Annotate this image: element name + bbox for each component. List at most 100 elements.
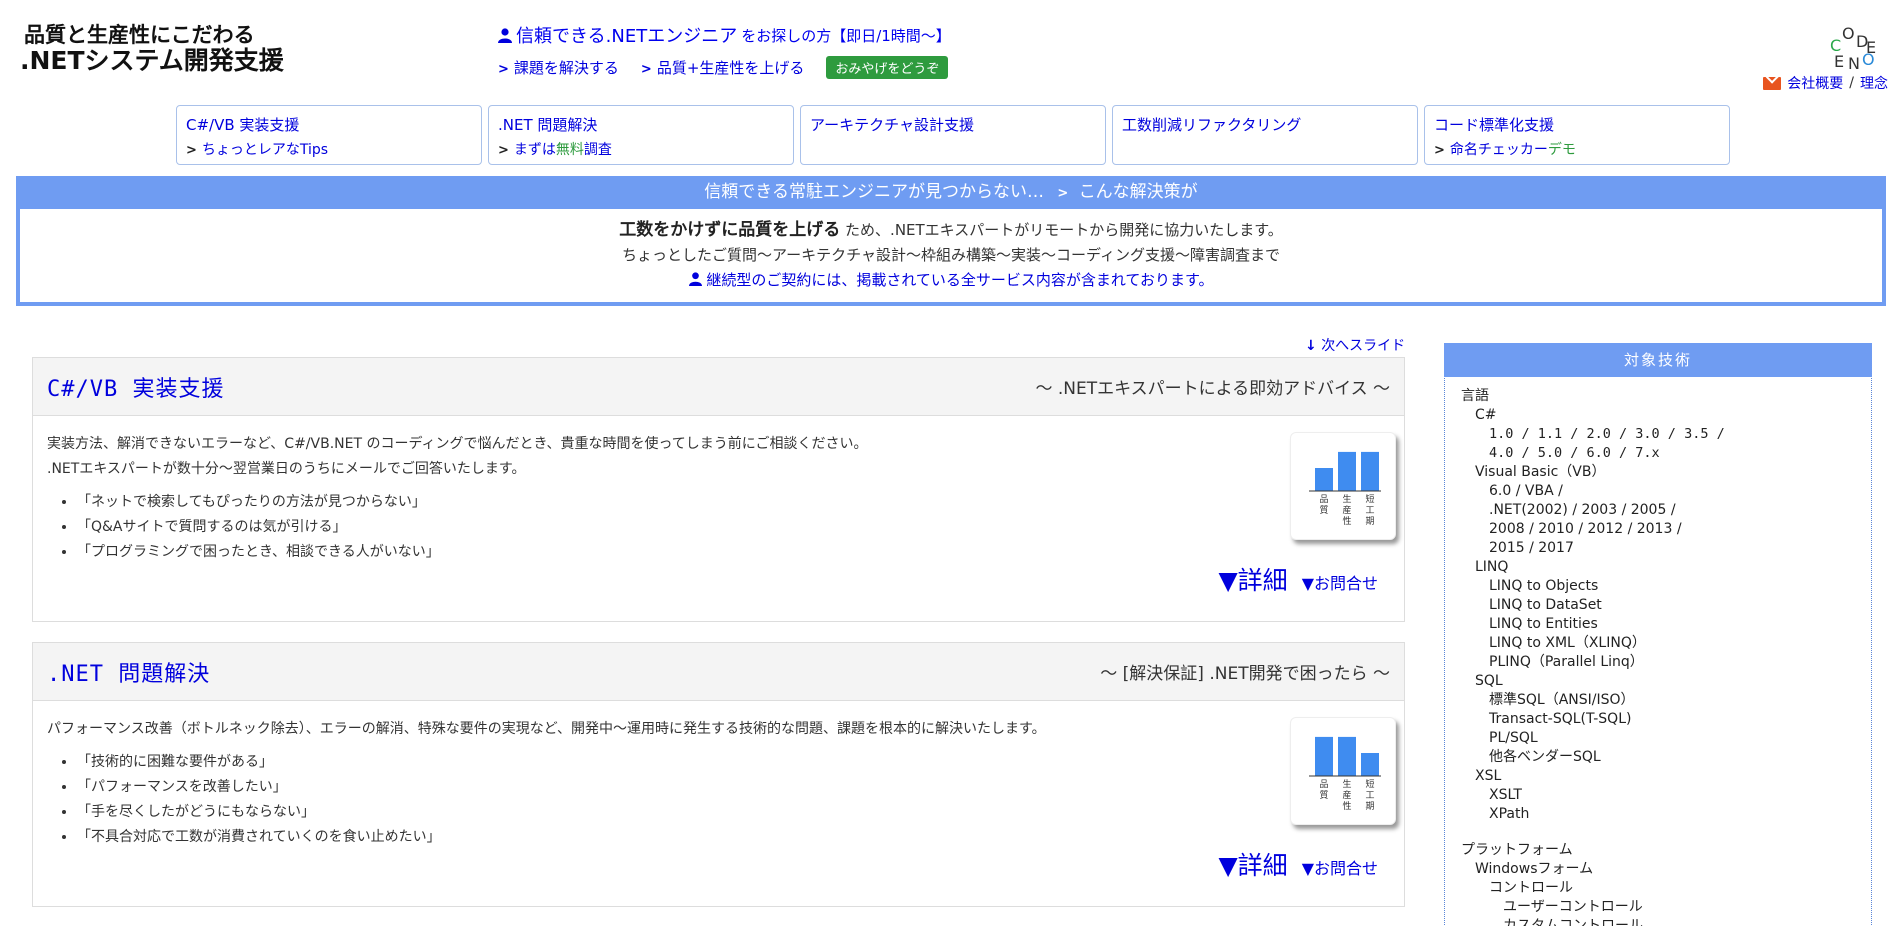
tech-item: 2015 / 2017	[1489, 540, 1574, 556]
nav-sub-label: ちょっとレアなTips	[201, 142, 329, 158]
nav-title: コード標準化支援	[1434, 116, 1555, 134]
meter-bar	[1315, 468, 1333, 491]
nav-sub-green: 無料	[555, 142, 584, 158]
meter-svg: 品質 生産性 短工期	[1309, 451, 1381, 527]
meter-label: 質	[1319, 789, 1328, 801]
promo-solve-label: 課題を解決する	[513, 59, 619, 77]
nav-sub-free-survey[interactable]: > まずは無料調査	[498, 139, 784, 159]
card-desc2: .NETエキスパートが数十分〜翌営業日のうちにメールでご回答いたします。	[47, 461, 526, 477]
tech-item: LINQ	[1475, 559, 1509, 575]
list-item: 「手を尽くしたがどうにもならない」	[77, 800, 1390, 825]
list-item: 「プログラミングで困ったとき、相談できる人がいない」	[77, 540, 1390, 565]
promo-engineer-link[interactable]: 信頼できる.NETエンジニア	[516, 22, 737, 48]
banner-line1: ため、.NETエキスパートがリモートから開発に協力いたします。	[845, 221, 1283, 239]
nav-sub-naming-demo[interactable]: > 命名チェッカーデモ	[1434, 139, 1720, 159]
service-card-implementation: C#/VB 実装支援 〜 .NETエキスパートによる即効アドバイス 〜 実装方法…	[32, 357, 1405, 622]
detail-link[interactable]: ▼詳細	[1218, 853, 1287, 878]
banner-line3-link[interactable]: 継続型のご契約には、掲載されている全サービス内容が含まれております。	[20, 268, 1882, 293]
tech-item: Visual Basic（VB）	[1475, 464, 1606, 480]
card-title: .NET 問題解決	[47, 661, 211, 687]
meter-bar	[1315, 736, 1333, 776]
inquiry-link[interactable]: ▼お問合せ	[1302, 856, 1378, 881]
banner-line3: 継続型のご契約には、掲載されている全サービス内容が含まれております。	[706, 271, 1214, 289]
meter-label: 短	[1365, 778, 1374, 790]
tech-item: 言語	[1461, 388, 1489, 404]
meter-label: 産	[1342, 789, 1351, 801]
tech-item: ユーザーコントロール	[1503, 899, 1643, 915]
meter-bar	[1361, 753, 1379, 776]
nav-refactoring[interactable]: 工数削減リファクタリング	[1112, 105, 1418, 165]
banner-strong: 工数をかけずに品質を上げる	[619, 220, 841, 240]
promo-solve-link[interactable]: > 課題を解決する	[498, 57, 619, 78]
meter-label: 品	[1319, 494, 1328, 505]
banner-head-text: 信頼できる常駐エンジニアが見つからない…	[704, 182, 1044, 202]
next-slide-link[interactable]: ↓ 次へスライド	[1305, 335, 1405, 355]
nav-implementation[interactable]: C#/VB 実装支援 > ちょっとレアなTips	[176, 105, 482, 165]
meter-label: 性	[1342, 800, 1351, 812]
list-item: 「不具合対応で工数が消費されていくのを食い止めたい」	[77, 825, 1390, 850]
nav-problem-solving[interactable]: .NET 問題解決 > まずは無料調査	[488, 105, 794, 165]
meter-svg: 品質 生産性 短工期	[1309, 736, 1381, 812]
inquiry-link[interactable]: ▼お問合せ	[1302, 571, 1378, 596]
card-desc1: 実装方法、解消できないエラーなど、C#/VB.NET のコーディングで悩んだとき…	[47, 436, 868, 452]
promo-quality-label: 品質+生産性を上げる	[656, 59, 805, 77]
philosophy-link[interactable]: 理念	[1860, 73, 1888, 93]
tech-item: C#	[1475, 407, 1497, 423]
tech-item: XSLT	[1489, 787, 1522, 803]
service-nav: C#/VB 実装支援 > ちょっとレアなTips .NET 問題解決 > まずは無料…	[176, 105, 1730, 165]
site-title[interactable]: 品質と生産性にこだわる .NETシステム開発支援	[20, 22, 284, 74]
nav-title: アーキテクチャ設計支援	[810, 116, 974, 134]
tech-item: プラットフォーム	[1461, 842, 1573, 858]
nav-title: 工数削減リファクタリング	[1122, 116, 1302, 134]
meter-label: 短	[1365, 493, 1374, 505]
meter-bar	[1338, 736, 1356, 776]
promo-engineer-suffix[interactable]: をお探しの方【即日/1時間〜】	[741, 25, 951, 46]
meter-label: 期	[1365, 516, 1374, 527]
card-head: C#/VB 実装支援 〜 .NETエキスパートによる即効アドバイス 〜	[33, 358, 1404, 416]
card-body: 実装方法、解消できないエラーなど、C#/VB.NET のコーディングで悩んだとき…	[33, 416, 1404, 593]
tech-item: LINQ to XML（XLINQ）	[1489, 635, 1646, 651]
promo: 信頼できる.NETエンジニア をお探しの方【即日/1時間〜】 > 課題を解決する …	[498, 22, 951, 79]
meter-label: 生	[1342, 778, 1351, 790]
list-item: 「技術的に困難な要件がある」	[77, 750, 1390, 775]
banner-head-after: こんな解決策が	[1078, 182, 1198, 202]
meter-label: 工	[1365, 506, 1374, 516]
logo-letter: N	[1848, 54, 1860, 73]
service-card-problem-solving: .NET 問題解決 〜 [解決保証] .NET開発で困ったら 〜 パフォーマンス…	[32, 642, 1405, 907]
nav-code-standard[interactable]: コード標準化支援 > 命名チェッカーデモ	[1424, 105, 1730, 165]
banner-body: 工数をかけずに品質を上げる ため、.NETエキスパートがリモートから開発に協力い…	[20, 209, 1882, 293]
tech-item: .NET(2002) / 2003 / 2005 /	[1489, 502, 1676, 518]
chevron-right-icon: >	[640, 62, 652, 77]
nav-sub-label: 命名チェッカー	[1449, 142, 1548, 158]
meter-label: 工	[1365, 791, 1374, 801]
nav-sub-tips[interactable]: > ちょっとレアなTips	[186, 139, 472, 159]
company-profile-link[interactable]: 会社概要	[1787, 73, 1843, 93]
chevron-right-icon: >	[1434, 143, 1445, 158]
meter-label: 性	[1342, 515, 1351, 527]
tech-item: 4.0 / 5.0 / 6.0 / 7.x	[1489, 445, 1660, 461]
card-bullets: 「ネットで検索してもぴったりの方法が見つからない」 「Q&Aサイトで質問するのは…	[47, 490, 1390, 565]
nav-architecture[interactable]: アーキテクチャ設計支援	[800, 105, 1106, 165]
detail-link[interactable]: ▼詳細	[1218, 568, 1287, 593]
list-gap	[1461, 824, 1871, 841]
site-title-line1: 品質と生産性にこだわる	[24, 23, 255, 47]
logo-letter: O	[1842, 24, 1855, 43]
chevron-right-icon: >	[1057, 186, 1069, 201]
meter-label: 期	[1365, 801, 1374, 812]
card-bullets: 「技術的に困難な要件がある」 「パフォーマンスを改善したい」 「手を尽くしたがど…	[47, 750, 1390, 850]
promo-quality-link[interactable]: > 品質+生産性を上げる	[641, 57, 804, 78]
meter-label: 産	[1342, 504, 1351, 516]
banner-head[interactable]: 信頼できる常駐エンジニアが見つからない… > こんな解決策が	[16, 176, 1886, 209]
corp-sep: /	[1849, 75, 1854, 91]
nav-sub-after: 調査	[583, 142, 612, 158]
logo-letter: E	[1834, 52, 1845, 71]
company-logo[interactable]: O D C E E N O	[1828, 24, 1876, 73]
mail-icon	[1763, 76, 1782, 90]
nav-sub-label: まずは	[513, 142, 556, 158]
chevron-right-icon: >	[186, 143, 197, 158]
nav-title: .NET 問題解決	[498, 116, 598, 134]
list-item: 「パフォーマンスを改善したい」	[77, 775, 1390, 800]
target-tech-list: 言語 C# 1.0 / 1.1 / 2.0 / 3.0 / 3.5 / 4.0 / 5…	[1445, 377, 1871, 926]
tech-item: PLINQ（Parallel Linq）	[1489, 654, 1644, 670]
gift-badge[interactable]: おみやげをどうぞ	[826, 56, 949, 79]
